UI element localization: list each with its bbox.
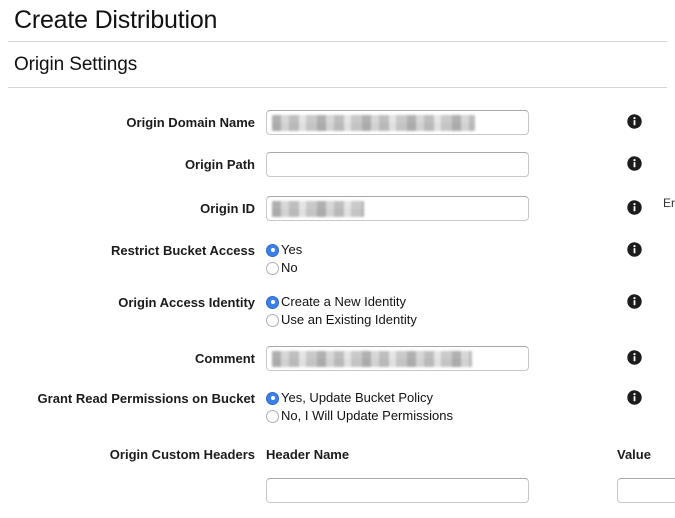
page-title: Create Distribution (14, 6, 218, 34)
radio-option-create-new-identity[interactable]: Create a New Identity (266, 293, 417, 311)
radio-option-no-will-update-permissions[interactable]: No, I Will Update Permissions (266, 407, 453, 425)
custom-header-name-input[interactable] (266, 478, 529, 503)
divider-top (8, 41, 667, 42)
origin-path-input[interactable] (266, 152, 529, 177)
radio-label: Yes (281, 242, 303, 257)
radio-indicator (266, 313, 279, 327)
label-comment: Comment (195, 351, 255, 366)
section-title-origin-settings: Origin Settings (14, 54, 138, 75)
label-origin-access-identity: Origin Access Identity (118, 295, 255, 310)
radio-indicator-selected (266, 391, 279, 405)
info-icon[interactable] (627, 390, 642, 405)
restrict-bucket-access-radios: Yes No (266, 241, 302, 277)
radio-label: Create a New Identity (281, 294, 407, 309)
radio-label: No, I Will Update Permissions (281, 408, 453, 423)
origin-id-help-text: Er fo (663, 196, 675, 210)
comment-input[interactable] (266, 346, 529, 371)
column-header-header-name: Header Name (266, 447, 350, 462)
radio-indicator-selected (266, 243, 279, 257)
label-origin-custom-headers: Origin Custom Headers (109, 447, 255, 462)
info-icon[interactable] (627, 156, 642, 171)
radio-label: Use an Existing Identity (281, 312, 417, 327)
origin-id-input[interactable] (266, 196, 529, 221)
info-icon[interactable] (627, 242, 642, 257)
radio-label: Yes, Update Bucket Policy (281, 390, 433, 405)
label-grant-read-permissions: Grant Read Permissions on Bucket (37, 391, 255, 406)
custom-header-value-input[interactable] (617, 478, 675, 503)
radio-indicator (266, 409, 279, 423)
divider-section (8, 87, 667, 88)
radio-label: No (281, 260, 298, 275)
radio-option-use-existing-identity[interactable]: Use an Existing Identity (266, 311, 417, 329)
info-icon[interactable] (627, 114, 642, 129)
origin-access-identity-radios: Create a New Identity Use an Existing Id… (266, 293, 417, 329)
redacted-content (272, 351, 472, 367)
radio-option-no[interactable]: No (266, 259, 302, 277)
radio-option-yes[interactable]: Yes (266, 241, 302, 259)
label-origin-id: Origin ID (200, 201, 255, 216)
origin-domain-name-input[interactable] (266, 110, 529, 135)
column-header-value: Value (617, 447, 651, 462)
grant-read-permissions-radios: Yes, Update Bucket Policy No, I Will Upd… (266, 389, 453, 425)
info-icon[interactable] (627, 350, 642, 365)
radio-option-yes-update-bucket-policy[interactable]: Yes, Update Bucket Policy (266, 389, 453, 407)
label-origin-domain-name: Origin Domain Name (126, 115, 255, 130)
info-icon[interactable] (627, 294, 642, 309)
label-restrict-bucket-access: Restrict Bucket Access (110, 243, 255, 258)
info-icon[interactable] (627, 200, 642, 215)
create-distribution-page: Create Distribution Origin Settings Orig… (0, 0, 675, 518)
label-origin-path: Origin Path (184, 157, 255, 172)
redacted-content (272, 115, 475, 131)
radio-indicator (266, 261, 279, 275)
redacted-content (272, 201, 364, 217)
radio-indicator-selected (266, 295, 279, 309)
